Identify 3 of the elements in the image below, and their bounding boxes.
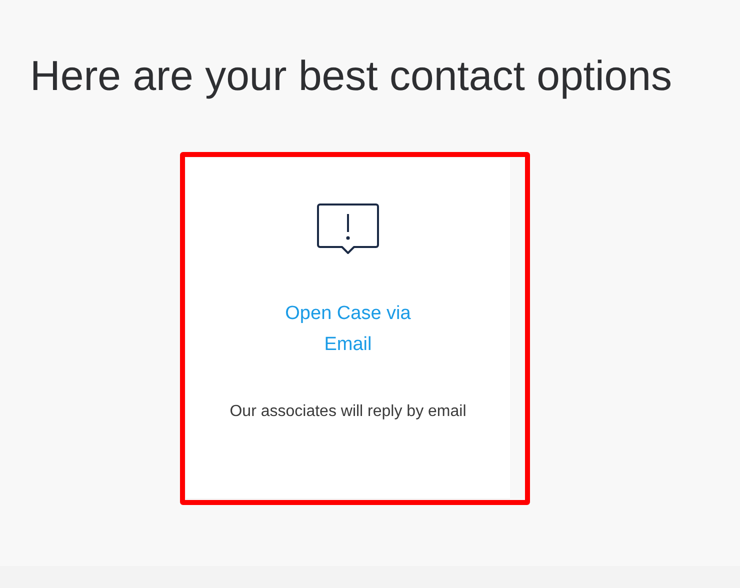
page-heading: Here are your best contact options <box>30 51 674 101</box>
open-case-link[interactable]: Open Case via Email <box>273 298 423 360</box>
option-description: Our associates will reply by email <box>230 403 466 421</box>
